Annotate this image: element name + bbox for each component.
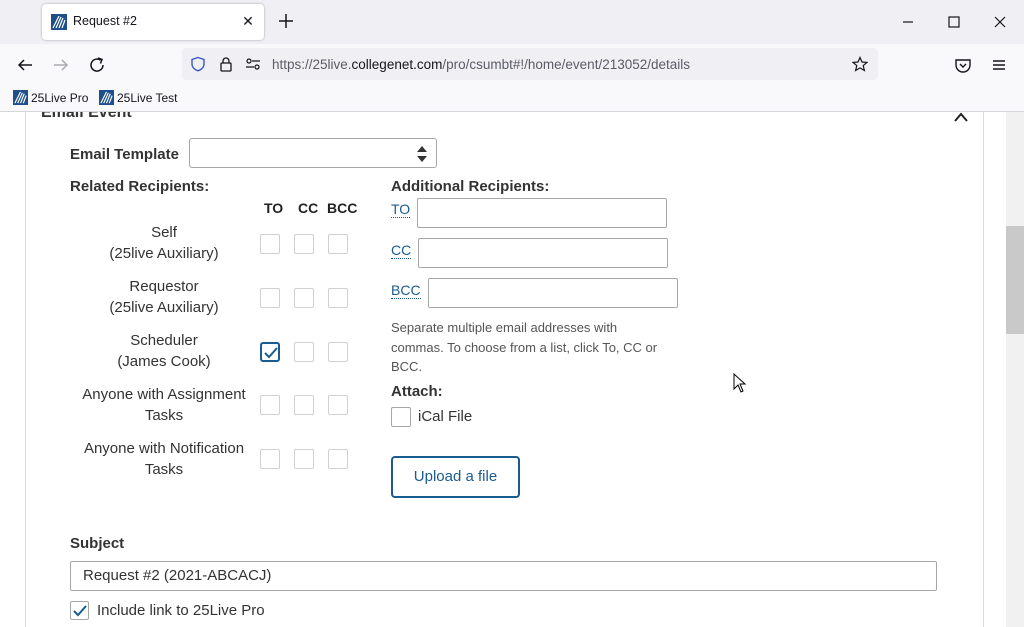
bookmarks-toolbar: 25Live Pro 25Live Test [0, 86, 1024, 112]
self-cc-checkbox[interactable] [294, 234, 314, 254]
url-path: /pro/csumbt#!/home/event/213052/details [442, 57, 691, 72]
col-to-header: TO [264, 200, 284, 216]
ical-label: iCal File [418, 408, 473, 425]
menu-icon[interactable] [988, 54, 1010, 76]
cc-link[interactable]: CC [391, 242, 412, 259]
recipient-detail: (25live Auxiliary) [109, 245, 219, 262]
url-prefix: https://25live. [272, 57, 352, 72]
recipient-assignment-tasks: Anyone with Assignment Tasks [70, 384, 258, 426]
close-window-icon[interactable] [990, 12, 1010, 32]
upload-file-button[interactable]: Upload a file [391, 456, 520, 498]
section-title: Email Event [41, 112, 132, 121]
cc-email-input[interactable] [418, 238, 668, 268]
25live-favicon-icon [13, 90, 28, 105]
tab-bar: Request #2 ✕ [0, 0, 1024, 44]
bookmark-25live-test[interactable]: 25Live Test [99, 90, 178, 108]
scheduler-bcc-checkbox[interactable] [328, 342, 348, 362]
assignment-bcc-checkbox[interactable] [328, 395, 348, 415]
25live-favicon-icon [51, 14, 67, 30]
forward-icon[interactable] [50, 54, 72, 76]
to-link[interactable]: TO [391, 201, 411, 218]
recipient-name: Anyone with Notification [83, 440, 245, 457]
additional-recipients-heading: Additional Recipients: [391, 178, 550, 195]
recipient-requestor: Requestor (25live Auxiliary) [70, 276, 258, 318]
tab-title: Request #2 [73, 14, 137, 28]
bcc-link[interactable]: BCC [391, 282, 421, 299]
checkmark-icon [264, 347, 278, 359]
checkmark-icon [73, 605, 87, 617]
mouse-cursor-icon [733, 373, 747, 393]
reload-icon[interactable] [86, 54, 108, 76]
notification-cc-checkbox[interactable] [294, 449, 314, 469]
recipient-detail: (25live Auxiliary) [109, 299, 219, 316]
related-recipients-heading: Related Recipients: [70, 178, 210, 195]
bookmark-star-icon[interactable] [852, 56, 868, 72]
recipient-detail: Tasks [144, 461, 184, 478]
scheduler-to-checkbox[interactable] [260, 342, 280, 362]
email-template-label: Email Template [70, 146, 179, 163]
shield-icon[interactable] [190, 56, 206, 72]
ical-checkbox[interactable] [391, 407, 411, 427]
email-template-select[interactable] [189, 138, 437, 168]
browser-tab[interactable]: Request #2 ✕ [42, 4, 264, 40]
recipient-detail: Tasks [144, 407, 184, 424]
new-tab-icon[interactable] [276, 11, 296, 31]
recipient-name: Scheduler [130, 332, 198, 349]
recipient-name: Self [151, 224, 177, 241]
requestor-bcc-checkbox[interactable] [328, 288, 348, 308]
select-arrows-icon [417, 146, 427, 162]
assignment-cc-checkbox[interactable] [294, 395, 314, 415]
bookmark-25live-pro[interactable]: 25Live Pro [13, 90, 88, 108]
bookmark-label: 25Live Test [117, 91, 178, 105]
tab-close-icon[interactable]: ✕ [238, 11, 258, 31]
scrollbar-thumb[interactable] [1006, 226, 1024, 334]
attach-heading: Attach: [391, 383, 443, 400]
scrollbar-track[interactable] [1006, 112, 1024, 627]
col-cc-header: CC [298, 200, 319, 216]
recipient-name: Requestor [129, 278, 199, 295]
requestor-cc-checkbox[interactable] [294, 288, 314, 308]
chevron-up-icon[interactable] [952, 112, 970, 124]
scheduler-cc-checkbox[interactable] [294, 342, 314, 362]
permissions-icon[interactable] [245, 56, 261, 72]
self-bcc-checkbox[interactable] [328, 234, 348, 254]
bcc-email-input[interactable] [428, 278, 678, 308]
assignment-to-checkbox[interactable] [260, 395, 280, 415]
email-hint-text: Separate multiple email addresses with c… [391, 320, 658, 374]
recipient-notification-tasks: Anyone with Notification Tasks [70, 438, 258, 480]
col-bcc-header: BCC [327, 200, 358, 216]
url-bar[interactable]: https://25live.collegenet.com/pro/csumbt… [182, 48, 878, 80]
subject-label: Subject [70, 535, 125, 552]
to-email-input[interactable] [417, 198, 667, 228]
notification-bcc-checkbox[interactable] [328, 449, 348, 469]
page-viewport: Email Event Email Template Related Recip… [0, 112, 1024, 627]
back-icon[interactable] [14, 54, 36, 76]
include-link-checkbox[interactable] [70, 601, 89, 620]
self-to-checkbox[interactable] [260, 234, 280, 254]
minimize-icon[interactable] [898, 12, 918, 32]
bookmark-label: 25Live Pro [31, 91, 89, 105]
url-domain: collegenet.com [351, 57, 443, 72]
pocket-icon[interactable] [952, 54, 974, 76]
include-link-label: Include link to 25Live Pro [97, 602, 265, 619]
lock-icon[interactable] [218, 56, 234, 72]
25live-favicon-icon [99, 90, 114, 105]
requestor-to-checkbox[interactable] [260, 288, 280, 308]
url-text[interactable]: https://25live.collegenet.com/pro/csumbt… [272, 57, 690, 72]
recipient-self: Self (25live Auxiliary) [70, 222, 258, 264]
notification-to-checkbox[interactable] [260, 449, 280, 469]
subject-input[interactable]: Request #2 (2021-ABCACJ) [70, 561, 937, 591]
maximize-icon[interactable] [944, 12, 964, 32]
recipient-detail: (James Cook) [117, 353, 211, 370]
recipient-scheduler: Scheduler (James Cook) [70, 330, 258, 372]
recipient-name: Anyone with Assignment [82, 386, 246, 403]
